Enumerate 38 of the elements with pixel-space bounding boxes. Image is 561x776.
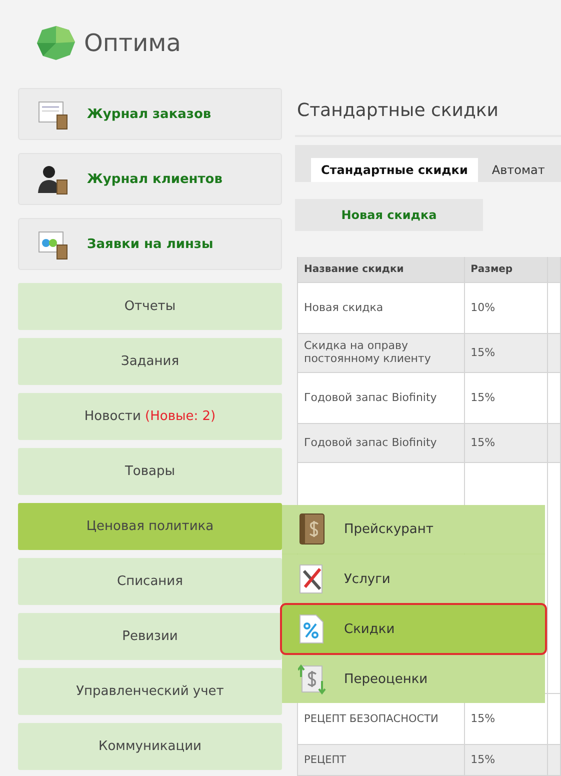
table-cell: 15% (464, 334, 548, 372)
new-discount-button[interactable]: Новая скидка (295, 198, 483, 231)
submenu-item[interactable]: Переоценки (282, 655, 545, 703)
person-icon (37, 163, 69, 195)
submenu-item[interactable]: Прейскурант (282, 505, 545, 553)
menu-item[interactable]: Управленческий учет (18, 668, 282, 715)
table-cell: РЕЦЕПТ (298, 745, 465, 775)
table-cell: 15% (464, 745, 548, 775)
journal-button[interactable]: Журнал заказов (18, 88, 282, 140)
tab[interactable]: Автомат (482, 158, 555, 182)
dollar-book-icon (298, 513, 326, 545)
table-cell: 15% (464, 373, 548, 423)
menu-item[interactable]: Задания (18, 338, 282, 385)
menu-item[interactable]: Списания (18, 558, 282, 605)
column-header: Название скидки (298, 257, 465, 282)
column-header: Размер (464, 257, 548, 282)
tab[interactable]: Стандартные скидки (311, 158, 478, 182)
menu-item[interactable]: Отчеты (18, 283, 282, 330)
submenu-item[interactable]: Услуги (282, 555, 545, 603)
logo-icon (36, 25, 76, 61)
page-title: Стандартные скидки (295, 100, 561, 137)
table-cell: Годовой запас Biofinity (298, 424, 465, 462)
table-cell: 15% (464, 424, 548, 462)
submenu-item[interactable]: Скидки (282, 605, 545, 653)
menu-item[interactable]: Новости (Новые: 2) (18, 393, 282, 440)
table-cell: Новая скидка (298, 283, 465, 333)
table-cell: Годовой запас Biofinity (298, 373, 465, 423)
menu-item[interactable]: Коммуникации (18, 723, 282, 770)
app-title: Оптима (84, 29, 181, 57)
dollar-arrows-icon (298, 663, 326, 695)
menu-item[interactable]: Товары (18, 448, 282, 495)
menu-item[interactable]: Ревизии (18, 613, 282, 660)
journal-button[interactable]: Заявки на линзы (18, 218, 282, 270)
table-cell: 10% (464, 283, 548, 333)
table-cell: Скидка на оправу постоянному клиенту (298, 334, 465, 372)
menu-item[interactable]: Ценовая политика (18, 503, 282, 550)
journal-button[interactable]: Журнал клиентов (18, 153, 282, 205)
percent-document-icon (298, 613, 326, 645)
